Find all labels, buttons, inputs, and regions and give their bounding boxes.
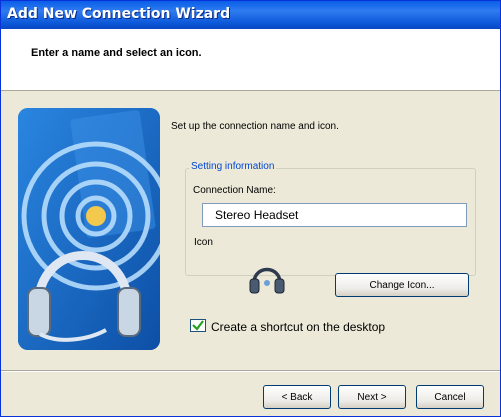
next-button[interactable]: Next > <box>338 385 406 409</box>
connection-name-label: Connection Name: <box>193 185 276 196</box>
back-button[interactable]: < Back <box>263 385 331 409</box>
cancel-button[interactable]: Cancel <box>416 385 484 409</box>
wizard-window: Add New Connection Wizard Enter a name a… <box>0 0 501 417</box>
wizard-header: Enter a name and select an icon. <box>1 29 500 91</box>
create-shortcut-checkbox[interactable] <box>189 318 209 334</box>
headset-illustration <box>18 108 160 350</box>
connection-name-input[interactable] <box>202 203 467 227</box>
window-title: Add New Connection Wizard <box>7 6 231 22</box>
footer-divider <box>1 370 500 372</box>
header-title: Enter a name and select an icon. <box>31 47 202 59</box>
description-text: Set up the connection name and icon. <box>171 121 339 132</box>
icon-label: Icon <box>194 237 213 248</box>
create-shortcut-label[interactable]: Create a shortcut on the desktop <box>211 320 385 334</box>
title-bar[interactable]: Add New Connection Wizard <box>1 1 500 29</box>
change-icon-button[interactable]: Change Icon... <box>335 273 469 297</box>
group-label: Setting information <box>189 161 277 172</box>
headset-icon <box>247 259 287 297</box>
